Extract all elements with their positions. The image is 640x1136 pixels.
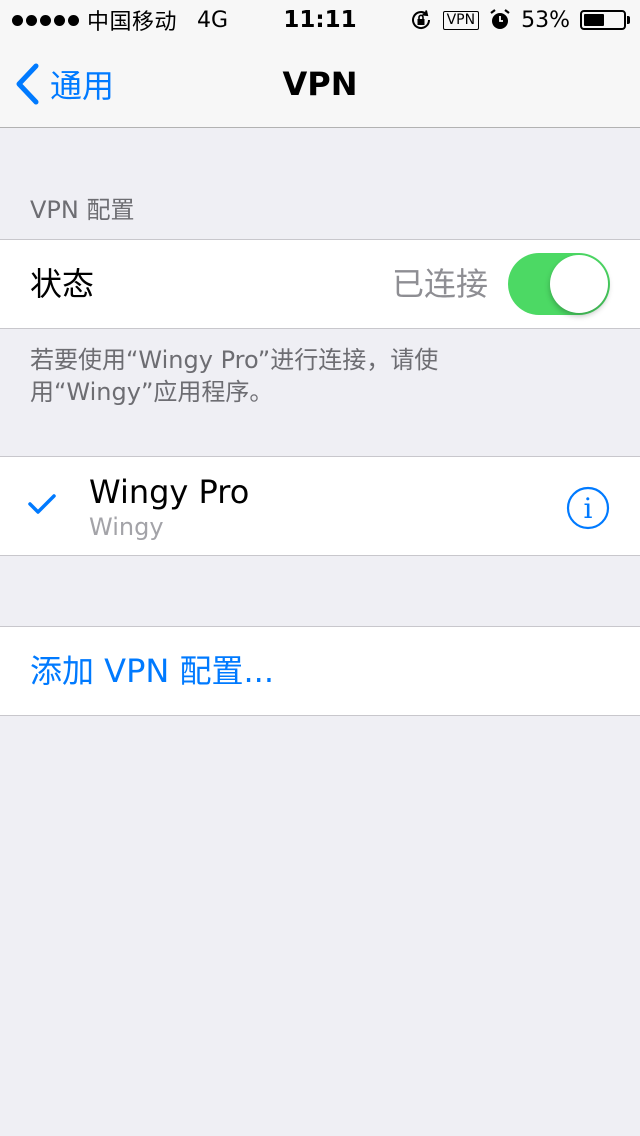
- connection-status-value: 已连接: [391, 265, 488, 303]
- checkmark-icon: [28, 494, 56, 514]
- status-bar-right: VPN 53%: [409, 5, 630, 35]
- toggle-knob: [550, 255, 608, 313]
- add-vpn-config-row[interactable]: 添加 VPN 配置...: [0, 626, 640, 716]
- battery-percent: 53%: [521, 7, 570, 33]
- profile-app-name: Wingy: [89, 513, 164, 541]
- section-header-vpn-config: VPN 配置: [30, 196, 135, 224]
- navigation-bar: 通用 VPN: [0, 40, 640, 128]
- page-title: VPN: [282, 65, 358, 103]
- orientation-lock-icon: [411, 10, 430, 29]
- vpn-footer-note: 若要使用“Wingy Pro”进行连接，请使用“Wingy”应用程序。: [30, 346, 439, 406]
- vpn-settings-screen: 中国移动 4G 11:11 VPN 53% 通用 VPN VPN 配置 状态 已…: [0, 0, 640, 1136]
- status-label: 状态: [30, 265, 95, 303]
- vpn-toggle[interactable]: [508, 253, 610, 315]
- add-vpn-config-button[interactable]: 添加 VPN 配置...: [30, 627, 274, 715]
- vpn-status-row: 状态 已连接: [0, 239, 640, 329]
- profile-name: Wingy Pro: [89, 473, 250, 511]
- alarm-icon: [490, 9, 510, 29]
- svg-text:i: i: [584, 492, 593, 525]
- info-icon[interactable]: i: [566, 486, 610, 530]
- vpn-status-badge: VPN: [442, 10, 480, 30]
- battery-icon: [580, 10, 630, 30]
- status-bar: 中国移动 4G 11:11 VPN 53%: [0, 0, 640, 40]
